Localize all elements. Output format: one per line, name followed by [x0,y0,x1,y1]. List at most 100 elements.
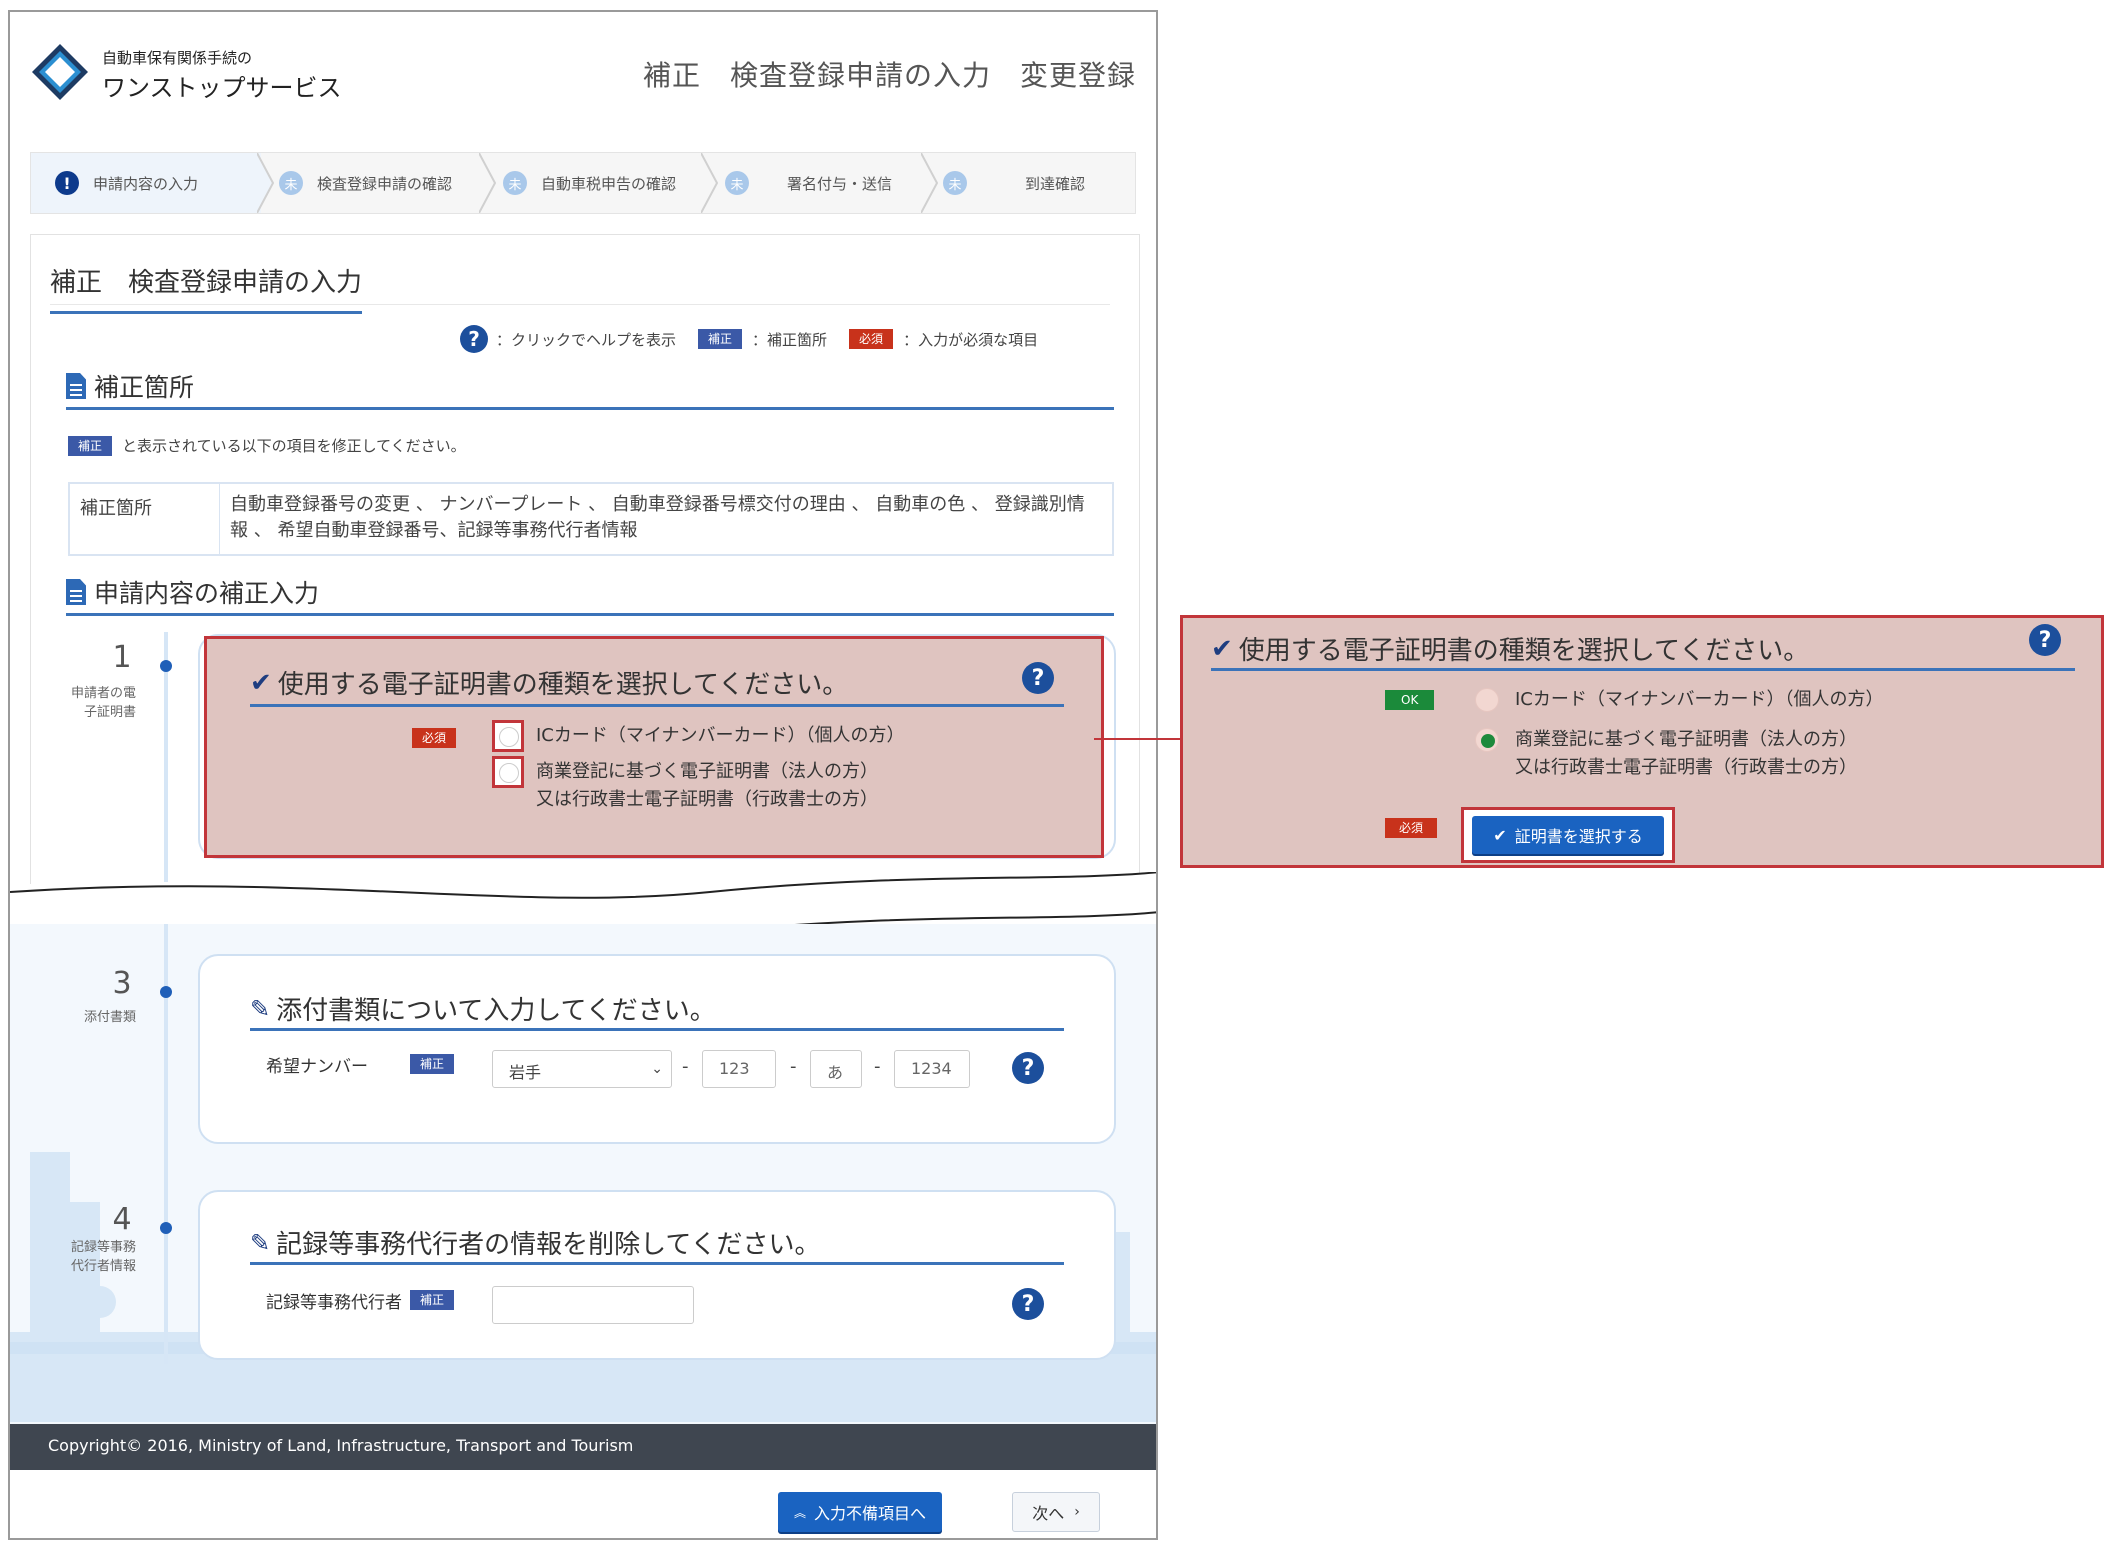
section-divider [66,613,1114,616]
section-title: 補正箇所 [94,373,195,402]
help-icon[interactable]: ? [2029,624,2061,656]
title-divider [50,304,1110,305]
hosei-table: 補正箇所 自動車登録番号の変更 、 ナンバープレート 、 自動車登録番号標交付の… [68,482,1114,556]
pending-icon: 未 [725,171,749,195]
document-icon [66,373,86,399]
separator-dash: - [874,1056,881,1077]
help-icon: ? [460,325,488,353]
step4-card [198,1190,1116,1360]
hosei-badge: 補正 [698,329,743,349]
hissu-badge: 必須 [412,728,457,748]
step-label: 記録等事務代行者情報 [70,1240,136,1274]
hissu-badge: 必須 [1385,818,1438,838]
page-title: 補正 検査登録申請の入力 [50,262,363,314]
timeline-dot [160,1222,172,1234]
step3-title: ✎ 添付書類について入力してください。 [250,990,716,1027]
hissu-badge: 必須 [849,329,894,349]
step-chevron-icon [701,153,719,213]
step3-card [198,954,1116,1144]
card-divider [250,704,1064,707]
hosei-note-text: と表示されている以下の項目を修正してください。 [122,437,466,455]
separator-dash: - [790,1056,797,1077]
step-number: 1 [112,640,132,675]
step-label: 到達確認 [1025,174,1086,193]
edit-icon: ✎ [250,1228,271,1257]
timeline-dot [160,986,172,998]
kana-input[interactable]: あ [810,1050,862,1088]
radio-corporate-cert[interactable] [492,756,524,788]
option-ic-card-label: ICカード（マイナンバーカード）（個人の方） [1515,689,1884,710]
timeline-dot [160,660,172,672]
radio-ic-card[interactable] [1475,688,1499,712]
card-title-text: 添付書類について入力してください。 [276,996,716,1026]
step-label: 添付書類 [83,1010,136,1025]
radio-corporate-cert[interactable] [1475,728,1499,752]
hosei-badge: 補正 [68,435,113,456]
ok-badge: OK [1385,690,1435,710]
browser-window: 自動車保有関係手続の ワンストップサービス 補正 検査登録申請の入力 変更登録 … [8,10,1158,1540]
step-number: 4 [112,1202,132,1237]
card-divider [250,1262,1064,1265]
help-icon[interactable]: ? [1012,1288,1044,1320]
select-certificate-button[interactable]: ✔ 証明書を選択する [1472,816,1664,854]
section-divider [66,407,1114,410]
step-number: 3 [112,966,132,1001]
document-icon [66,579,86,605]
card-divider [250,1028,1064,1031]
step-label: 署名付与・送信 [787,174,893,193]
logo-title: ワンストップサービス [102,74,342,102]
legend-hissu-text: ：入力が必須な項目 [903,330,1039,349]
legend-hosei-text: ：補正箇所 [752,330,828,349]
legend: ? ：クリックでヘルプを表示 補正 ：補正箇所 必須 ：入力が必須な項目 [460,325,1038,353]
region-select[interactable]: 岩手 ⌄ [492,1050,672,1088]
step-sign-send: 未 署名付与・送信 [725,153,925,213]
check-icon: ✔ [250,667,272,698]
next-button[interactable]: 次へ › [1012,1492,1100,1532]
option-corporate-cert-label: 商業登記に基づく電子証明書（法人の方） [1515,729,1857,750]
help-icon[interactable]: ? [1012,1052,1044,1084]
radio-ic-card[interactable] [492,720,524,752]
option-corporate-cert-label: 商業登記に基づく電子証明書（法人の方） [536,761,878,782]
hosei-note: 補正 と表示されている以下の項目を修正してください。 [68,435,466,456]
progress-steps: ! 申請内容の入力 未 検査登録申請の確認 未 自動車税申告の確認 未 署名付与… [30,152,1136,214]
pending-icon: 未 [503,171,527,195]
cert-button-highlight: ✔ 証明書を選択する [1461,807,1675,863]
button-label: 入力不備項目へ [814,1504,927,1523]
edit-icon: ✎ [250,994,271,1023]
logo-subtitle: 自動車保有関係手続の [102,49,253,67]
help-icon[interactable]: ? [1022,662,1054,694]
goto-incomplete-button[interactable]: ︽ 入力不備項目へ [778,1492,942,1532]
step-chevron-icon [921,153,939,213]
separator-dash: - [682,1056,689,1077]
option-corporate-cert-label-2: 又は行政書士電子証明書（行政書士の方） [1515,757,1857,778]
footer: Copyright© 2016, Ministry of Land, Infra… [10,1424,1156,1470]
chevron-up-icon: ︽ [793,1505,806,1520]
chevron-down-icon: ⌄ [651,1061,663,1077]
header-title: 補正 検査登録申請の入力 変更登録 [642,59,1136,92]
hosei-table-header: 補正箇所 [70,484,220,554]
pending-icon: 未 [279,171,303,195]
number-input-2[interactable]: 1234 [894,1050,970,1088]
zoom-title: ✔ 使用する電子証明書の種類を選択してください。 [1211,630,1809,667]
step-label: 検査登録申請の確認 [317,174,453,193]
option-ic-card-label: ICカード（マイナンバーカード）（個人の方） [536,725,905,746]
legend-help-text: ：クリックでヘルプを表示 [496,330,677,349]
callout-connector [1094,738,1182,740]
check-icon: ✔ [1211,633,1233,664]
step1-title: ✔ 使用する電子証明書の種類を選択してください。 [250,664,848,701]
step-label: 自動車税申告の確認 [541,174,677,193]
pending-icon: 未 [943,171,967,195]
chevron-right-icon: › [1074,1504,1080,1520]
card-divider [1211,668,2075,671]
number-input-1[interactable]: 123 [702,1050,776,1088]
button-label: 証明書を選択する [1514,827,1643,846]
step-confirm-tax: 未 自動車税申告の確認 [503,153,713,213]
card-title-text: 記録等事務代行者の情報を削除してください。 [276,1230,821,1260]
card-title-text: 使用する電子証明書の種類を選択してください。 [277,670,849,700]
select-value: 岩手 [509,1063,542,1082]
input-section-heading: 申請内容の補正入力 [66,574,319,610]
button-label: 次へ [1032,1504,1065,1523]
hosei-badge: 補正 [410,1290,455,1310]
agent-input[interactable] [492,1286,694,1324]
logo-diamond-icon [32,44,88,100]
